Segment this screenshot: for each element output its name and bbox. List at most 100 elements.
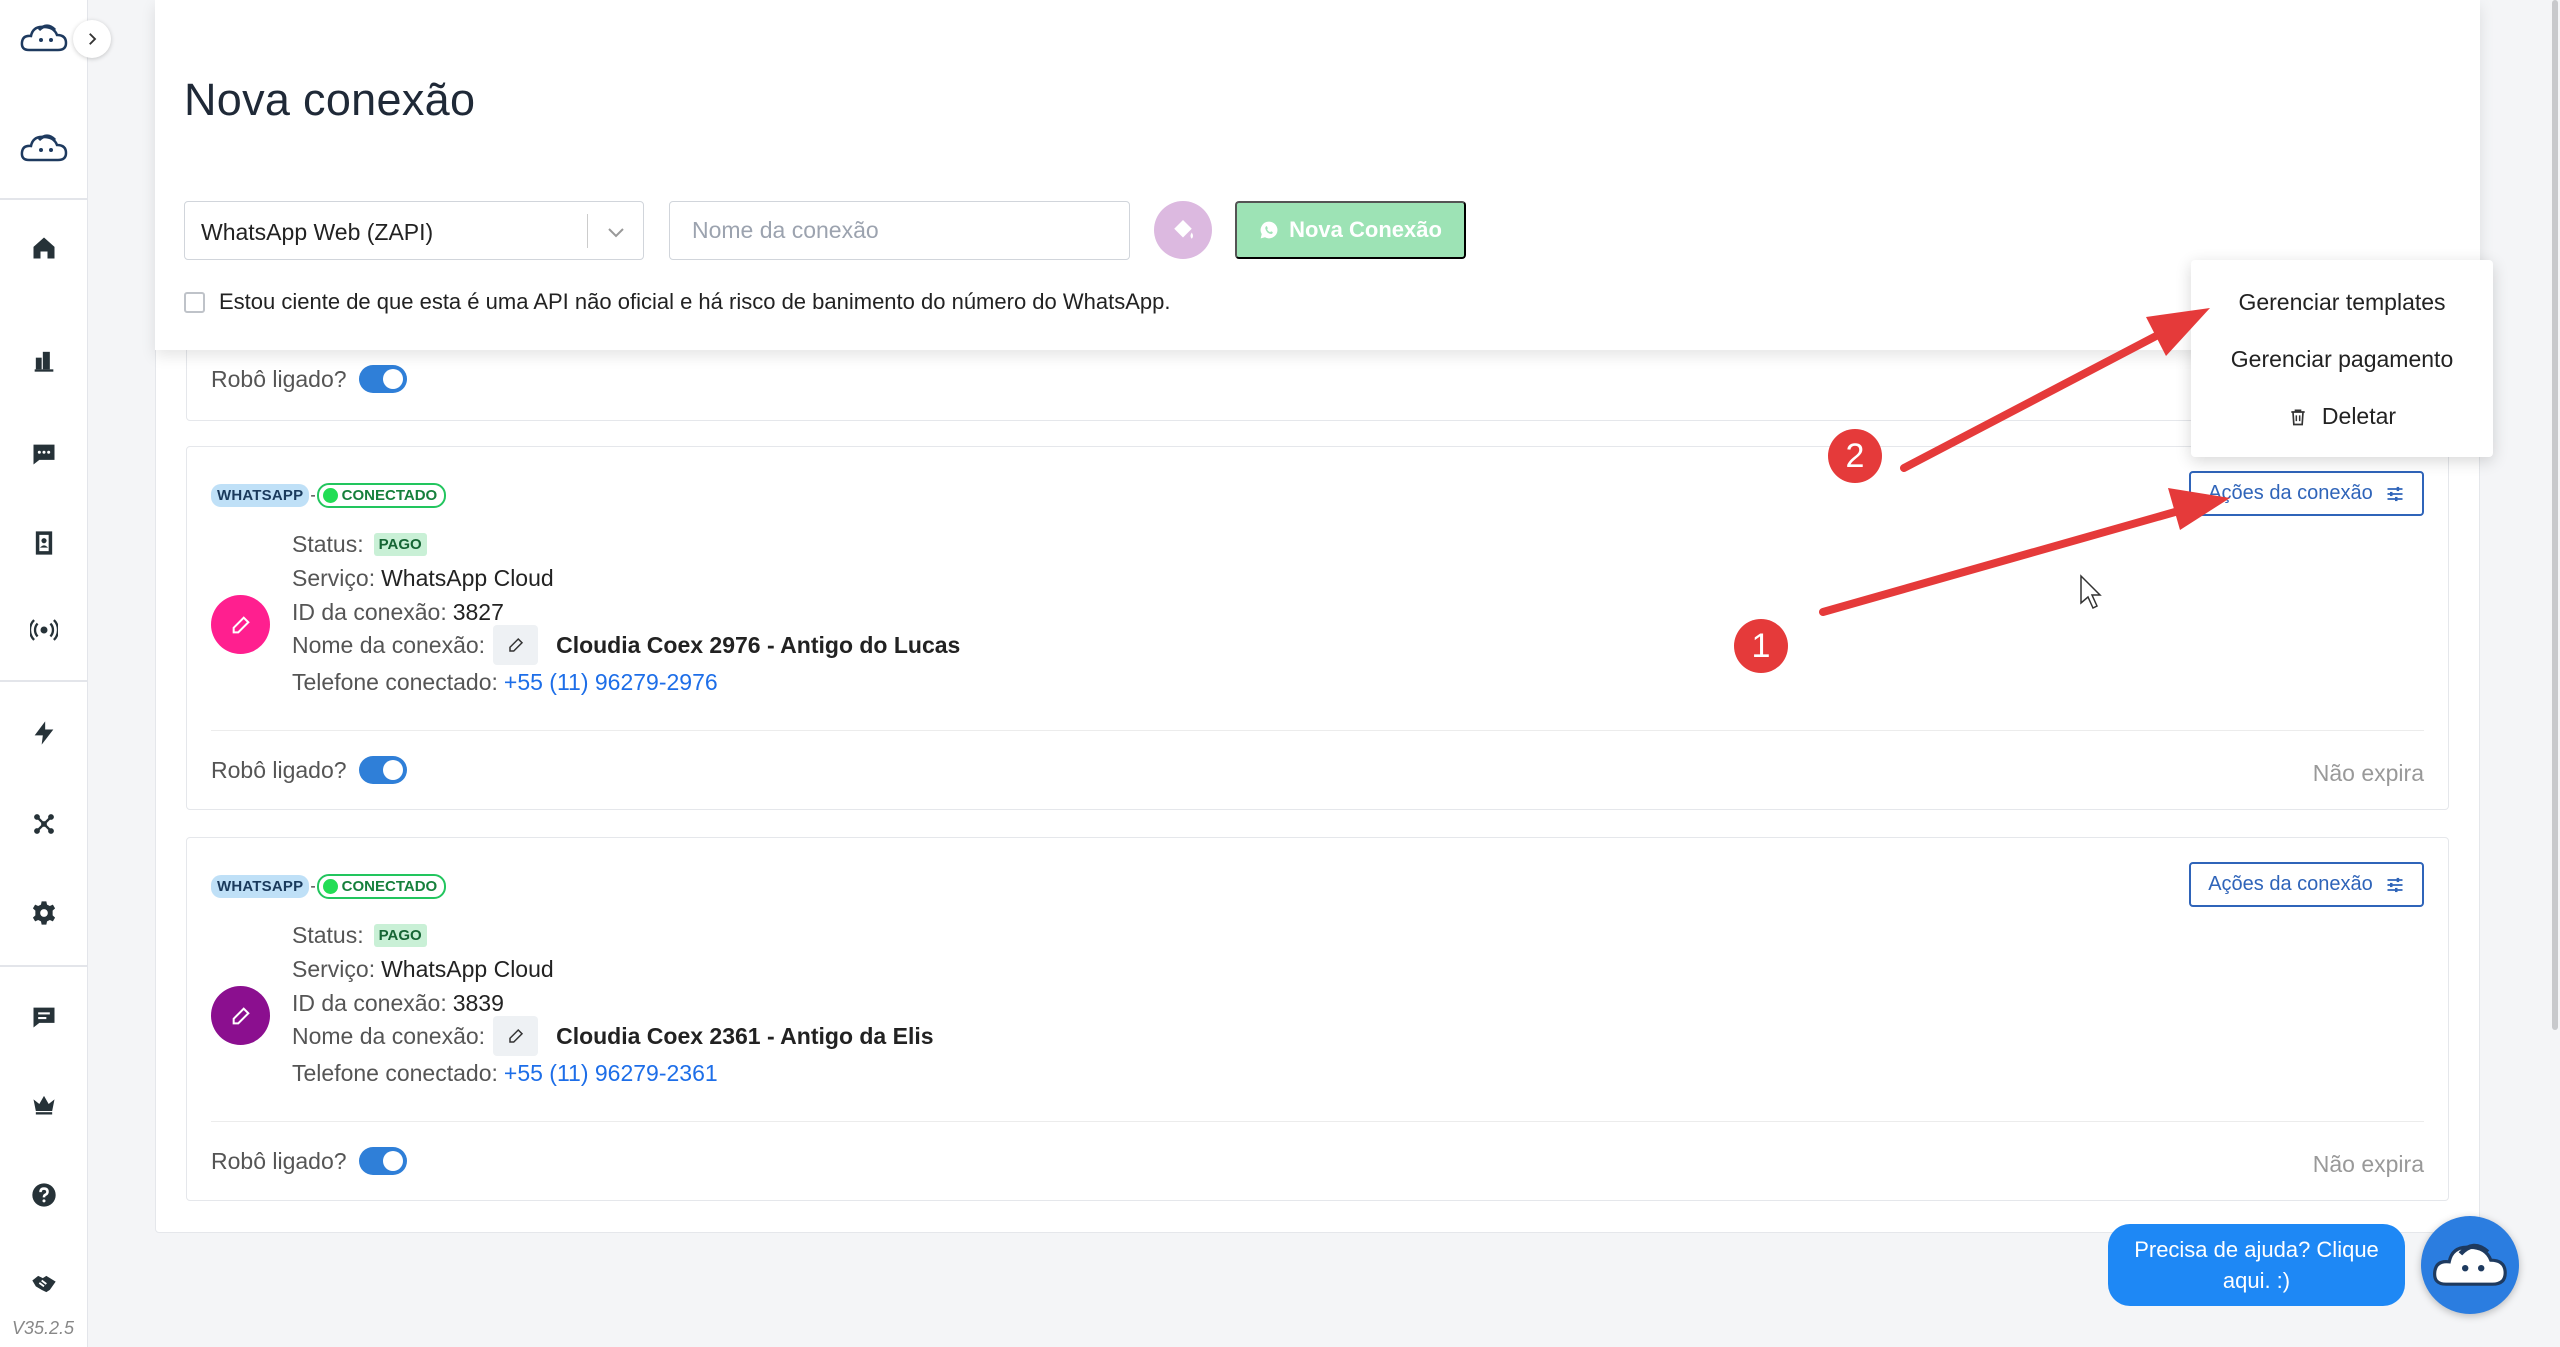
- sidebar-item-automation[interactable]: [0, 703, 88, 763]
- robot-toggle[interactable]: [358, 365, 407, 393]
- channel-badge: WHATSAPP: [211, 875, 310, 898]
- pencil-icon: [508, 637, 523, 652]
- robot-toggle[interactable]: [358, 756, 407, 784]
- badge-separator: -: [310, 486, 316, 504]
- lightning-icon: [34, 721, 54, 745]
- connection-badges: WHATSAPP - CONECTADO: [211, 874, 447, 899]
- chevron-right-icon: [89, 33, 97, 45]
- service-value: WhatsApp Cloud: [381, 956, 554, 982]
- id-line: ID da conexão: 3827: [292, 599, 504, 626]
- edit-name-button[interactable]: [493, 1016, 539, 1056]
- phone-line: Telefone conectado: +55 (11) 96279-2976: [292, 669, 718, 696]
- robot-toggle[interactable]: [358, 1147, 407, 1175]
- connection-actions-button[interactable]: Ações da conexão: [2189, 471, 2424, 516]
- channel-select-value: WhatsApp Web (ZAPI): [201, 219, 434, 245]
- sidebar-item-messages[interactable]: [0, 987, 88, 1047]
- trash-icon: [2291, 409, 2305, 425]
- pencil-icon: [508, 1028, 523, 1043]
- color-picker-button[interactable]: [1154, 201, 1212, 259]
- cloudia-logo-icon: [20, 24, 68, 52]
- help-chat-bubble[interactable]: Precisa de ajuda? Clique aqui. :): [2108, 1224, 2405, 1306]
- new-connection-button[interactable]: Nova Conexão: [1235, 201, 1466, 259]
- connection-name-input[interactable]: [669, 201, 1130, 260]
- cloudia-mascot-icon: [20, 134, 68, 162]
- terms-checkbox[interactable]: [184, 291, 205, 313]
- status-label: Status:: [292, 922, 364, 948]
- status-dot-icon: [322, 488, 338, 503]
- workspace-logo[interactable]: [0, 128, 88, 168]
- sidebar-item-integrations[interactable]: [0, 794, 88, 854]
- connection-avatar[interactable]: [211, 986, 270, 1045]
- id-value: 3827: [452, 599, 504, 625]
- robot-label: Robô ligado?: [211, 1147, 347, 1174]
- sidebar-item-help[interactable]: [0, 1165, 88, 1225]
- connection-actions-label: Ações da conexão: [2208, 482, 2373, 504]
- paint-bucket-icon: [1174, 220, 1193, 239]
- id-label: ID da conexão:: [292, 599, 447, 625]
- new-connection-label: Nova Conexão: [1289, 217, 1442, 242]
- status-dot-icon: [322, 879, 338, 894]
- robot-row: Robô ligado?: [211, 1147, 407, 1175]
- badge-separator: -: [310, 877, 316, 895]
- sidebar-item-contacts[interactable]: [0, 513, 88, 573]
- scrollbar-thumb[interactable]: [2552, 0, 2558, 1030]
- connection-avatar[interactable]: [211, 595, 270, 654]
- message-icon: [33, 1007, 55, 1028]
- channel-select[interactable]: WhatsApp Web (ZAPI): [184, 201, 644, 260]
- card-divider: [211, 730, 2424, 731]
- menu-item-manage-payment[interactable]: Gerenciar pagamento: [2191, 346, 2493, 373]
- expiry-text: Não expira: [2312, 1151, 2424, 1177]
- sliders-icon: [2387, 877, 2403, 892]
- app-version: V35.2.5: [12, 1318, 75, 1338]
- sidebar-item-settings[interactable]: [0, 883, 88, 943]
- crown-icon: [33, 1095, 55, 1115]
- service-line: Serviço: WhatsApp Cloud: [292, 565, 554, 592]
- name-label: Nome da conexão:: [292, 631, 486, 658]
- name-line: Nome da conexão: Cloudia Coex 2361 - Ant…: [292, 1016, 934, 1056]
- phone-label: Telefone conectado:: [292, 669, 498, 695]
- help-circle-icon: [32, 1183, 56, 1207]
- status-text: CONECTADO: [341, 878, 438, 895]
- sidebar-item-plans[interactable]: [0, 1074, 88, 1134]
- name-label: Nome da conexão:: [292, 1022, 486, 1049]
- connection-actions-button[interactable]: Ações da conexão: [2189, 862, 2424, 907]
- sidebar-item-broadcast[interactable]: [0, 600, 88, 660]
- phone-line: Telefone conectado: +55 (11) 96279-2361: [292, 1060, 718, 1087]
- status-line: Status: PAGO: [292, 922, 427, 949]
- sidebar-expand-button[interactable]: [73, 20, 111, 58]
- sidebar-divider: [0, 965, 88, 967]
- edit-name-button[interactable]: [493, 625, 539, 665]
- service-label: Serviço:: [292, 956, 376, 982]
- id-line: ID da conexão: 3839: [292, 990, 504, 1017]
- paid-badge: PAGO: [373, 533, 427, 556]
- connection-name: Cloudia Coex 2976 - Antigo do Lucas: [556, 631, 961, 658]
- broadcast-icon: [30, 619, 58, 641]
- name-line: Nome da conexão: Cloudia Coex 2976 - Ant…: [292, 625, 960, 665]
- robot-row: Robô ligado?: [211, 756, 407, 784]
- page-scrollbar[interactable]: [2548, 0, 2560, 1347]
- id-value: 3839: [452, 990, 504, 1016]
- select-separator: [587, 214, 588, 248]
- sidebar-item-home[interactable]: [0, 218, 88, 278]
- phone-link[interactable]: +55 (11) 96279-2361: [504, 1060, 718, 1087]
- sidebar-item-chat[interactable]: [0, 424, 88, 484]
- sliders-icon: [2387, 486, 2403, 501]
- page-title: Nova conexão: [184, 74, 476, 125]
- whatsapp-icon: [1260, 221, 1278, 239]
- channel-badge: WHATSAPP: [211, 484, 310, 507]
- connection-card: WHATSAPP - CONECTADO Ações da conexão St…: [186, 837, 2449, 1201]
- id-label: ID da conexão:: [292, 990, 447, 1016]
- network-icon: [34, 814, 54, 834]
- gear-icon: [32, 901, 56, 925]
- sidebar-item-partners[interactable]: [0, 1254, 88, 1314]
- contact-book-icon: [35, 531, 53, 555]
- menu-item-manage-templates[interactable]: Gerenciar templates: [2191, 289, 2493, 316]
- menu-item-delete[interactable]: Deletar: [2191, 403, 2493, 430]
- connected-status-badge: CONECTADO: [316, 483, 447, 508]
- phone-link[interactable]: +55 (11) 96279-2976: [504, 669, 718, 696]
- help-chat-avatar[interactable]: [2421, 1216, 2519, 1314]
- service-line: Serviço: WhatsApp Cloud: [292, 956, 554, 983]
- connection-badges: WHATSAPP - CONECTADO: [211, 483, 447, 508]
- sidebar-item-dashboard[interactable]: [0, 330, 88, 390]
- sidebar-divider: [0, 680, 88, 682]
